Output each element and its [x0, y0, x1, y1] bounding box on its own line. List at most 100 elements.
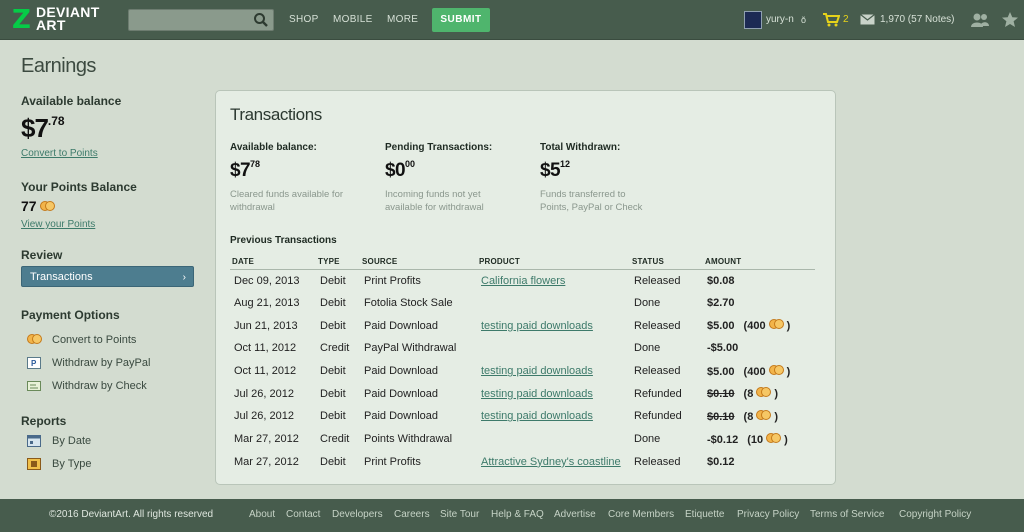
summary-available: Available balance: $778 Cleared funds av… [230, 142, 370, 214]
search-input[interactable] [128, 9, 274, 31]
cell-amount: $2.70 [703, 292, 815, 315]
product-link[interactable]: testing paid downloads [481, 365, 593, 377]
search-icon[interactable] [253, 12, 269, 28]
footer-link-contact[interactable]: Contact [286, 509, 320, 520]
col-amount[interactable]: AMOUNT [703, 255, 815, 270]
points-coin-icon [766, 432, 782, 444]
nav-shop[interactable]: SHOP [289, 14, 319, 25]
amount-value: $0.10 [707, 410, 735, 423]
footer-link-developers[interactable]: Developers [332, 509, 383, 520]
product-link[interactable]: Attractive Sydney's coastline [481, 456, 621, 468]
table-row: Jul 26, 2012 Debit Paid Download testing pa… [230, 405, 815, 428]
cell-product: testing paid downloads [477, 382, 630, 405]
points-coin-icon [768, 319, 784, 330]
card-title: Transactions [230, 105, 322, 124]
cell-product: California flowers [477, 269, 630, 292]
cell-product [477, 428, 630, 451]
summary-description: Cleared funds available for withdrawal [230, 189, 344, 213]
col-type[interactable]: TYPE [316, 255, 360, 270]
product-link[interactable]: testing paid downloads [481, 410, 593, 422]
logo-text-line2: ART [36, 17, 66, 33]
footer-link-terms-of-service[interactable]: Terms of Service [810, 509, 884, 520]
product-link[interactable]: testing paid downloads [481, 388, 593, 400]
footer-link-careers[interactable]: Careers [394, 509, 430, 520]
cell-status: Refunded [634, 410, 682, 423]
deviantart-logo[interactable]: Z DEVIANT ART [12, 5, 112, 35]
footer-link-site-tour[interactable]: Site Tour [440, 509, 479, 520]
table-row: Mar 27, 2012 Credit Points Withdrawal Done -… [230, 428, 815, 451]
submit-button[interactable]: SUBMIT [432, 8, 490, 32]
notes-count[interactable]: 1,970 (57 Notes) [880, 10, 955, 30]
cart-icon[interactable] [822, 13, 840, 27]
transactions-table: DATE TYPE SOURCE PRODUCT STATUS AMOUNT D… [230, 255, 815, 473]
watch-friends-icon[interactable] [970, 12, 990, 28]
cell-status: Released [634, 455, 681, 468]
cell-date: Jul 26, 2012 [234, 387, 294, 400]
cell-status: Released [634, 365, 681, 378]
convert-to-points-link[interactable]: Convert to Points [21, 148, 98, 159]
cell-product [477, 292, 630, 315]
points-number: 8 [747, 410, 754, 423]
avatar[interactable] [744, 11, 762, 29]
available-balance-heading: Available balance [21, 94, 122, 108]
points-coin-icon [756, 387, 772, 398]
nav-mobile[interactable]: MOBILE [333, 14, 373, 25]
footer-link-copyright-policy[interactable]: Copyright Policy [899, 509, 971, 520]
summary-description: Funds transferred to Points, PayPal or C… [540, 189, 643, 213]
cell-product: testing paid downloads [477, 314, 630, 337]
cell-type: Debit [320, 274, 346, 287]
sidebar-item-transactions[interactable]: Transactions › [21, 266, 194, 287]
cell-status: Done [634, 433, 661, 446]
transactions-card: Transactions Available balance: $778 Cle… [215, 90, 836, 485]
footer-link-help-faq[interactable]: Help & FAQ [491, 509, 544, 520]
copyright: ©2016 DeviantArt. All rights reserved [49, 509, 214, 520]
points-number: 10 [750, 433, 764, 446]
amount-value: $2.70 [707, 297, 735, 310]
cell-status: Done [634, 297, 661, 310]
favourites-star-icon[interactable] [1001, 11, 1019, 28]
col-status[interactable]: STATUS [630, 255, 703, 270]
footer-link-core-members[interactable]: Core Members [608, 509, 674, 520]
points-amount: (8 ) [743, 409, 779, 423]
footer-link-advertise[interactable]: Advertise [554, 509, 596, 520]
cell-amount: $0.08 [703, 269, 815, 292]
points-number: 400 [747, 365, 766, 378]
product-link[interactable]: testing paid downloads [481, 320, 593, 332]
previous-transactions-heading: Previous Transactions [230, 235, 337, 246]
footer-link-privacy-policy[interactable]: Privacy Policy [737, 509, 799, 520]
cell-type: Debit [320, 387, 346, 400]
footer-link-about[interactable]: About [249, 509, 275, 520]
sidebar-item-label: Transactions [30, 271, 93, 283]
col-date[interactable]: DATE [230, 255, 316, 270]
view-points-link[interactable]: View your Points [21, 219, 95, 230]
summary-description: Incoming funds not yet available for wit… [385, 189, 484, 213]
cell-date: Jun 21, 2013 [234, 319, 298, 332]
points-coin-icon [756, 409, 772, 421]
points-coin-icon [40, 201, 56, 212]
cell-source: Paid Download [364, 365, 438, 378]
cell-source: Paid Download [364, 387, 438, 400]
cell-amount: $0.12 [703, 451, 815, 474]
summary-pending: Pending Transactions: $000 Incoming fund… [385, 142, 525, 214]
col-product[interactable]: PRODUCT [477, 255, 630, 270]
cell-status: Refunded [634, 387, 682, 400]
cell-amount: -$0.12 (10 ) [703, 428, 815, 451]
table-row: Jul 26, 2012 Debit Paid Download testing pa… [230, 382, 815, 405]
cell-source: Paid Download [364, 410, 438, 423]
col-source[interactable]: SOURCE [360, 255, 477, 270]
points-amount: (400 ) [743, 319, 791, 333]
cart-count[interactable]: 2 [843, 10, 849, 30]
summary-heading: Available balance: [230, 142, 317, 153]
product-link[interactable]: California flowers [481, 275, 565, 287]
summary-amount: $778 [230, 159, 260, 181]
check-payment-icon [27, 381, 41, 391]
notes-mail-icon[interactable] [860, 14, 875, 25]
cell-product: testing paid downloads [477, 405, 630, 428]
footer-link-etiquette[interactable]: Etiquette [685, 509, 724, 520]
cell-amount: $0.10 (8 ) [703, 405, 815, 428]
username-link[interactable]: yury-n [766, 10, 794, 30]
nav-more[interactable]: MORE [387, 14, 418, 25]
cell-product [477, 337, 630, 360]
points-balance-value: 77 [21, 198, 56, 214]
table-row: Jun 21, 2013 Debit Paid Download testing pa… [230, 314, 815, 337]
